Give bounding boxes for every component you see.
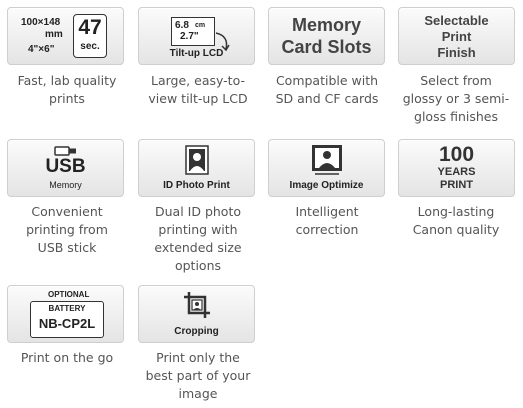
memory-card-line-1: Memory [291,15,362,35]
battery-optional-label: OPTIONAL [48,290,90,299]
finish-line-1: Selectable [424,13,489,28]
print-size-dimensions: 100×148 [21,17,61,28]
feature-caption: Large, easy-to- view tilt-up LCD [148,73,248,106]
finish-line-2: Print [441,29,472,44]
usb-sublabel: Memory [49,180,82,190]
usb-plug-icon [54,146,76,156]
years-number: 100 [438,143,475,166]
feature-tile-tilt-lcd: 6.8 cm 2.7" Tilt-up LCD [138,7,255,65]
feature-caption: Intelligent correction [295,204,359,237]
print-size-unit: mm [45,29,63,40]
feature-caption: Print only the best part of your image [145,350,251,401]
feature-tile-print-finish: Selectable Print Finish [398,7,515,65]
lcd-size-cm: 6.8 [175,20,189,31]
speed-badge: 47 sec. [73,14,107,58]
memory-card-line-2: Card Slots [281,37,372,57]
feature-tile-cropping: Cropping [138,285,255,343]
lcd-unit: cm [195,22,206,29]
feature-tile-usb: USB Memory [7,139,124,197]
feature-caption: Compatible with SD and CF cards [275,73,379,106]
lcd-size-inch: 2.7" [180,31,199,42]
lcd-label: Tilt-up LCD [169,48,224,59]
feature-caption: Long-lasting Canon quality [412,204,500,237]
lcd-screen: 6.8 cm 2.7" [171,17,215,46]
feature-tile-100-years: 100 YEARS PRINT [398,139,515,197]
battery-body: BATTERY NB-CP2L [30,301,104,338]
feature-tile-fast-prints: 100×148 mm 4"×6" 47 sec. [7,7,124,65]
feature-tile-memory-card: Memory Card Slots [268,7,385,65]
battery-label: BATTERY [48,304,86,313]
finish-line-3: Finish [437,45,476,60]
image-optimize-label: Image Optimize [289,180,364,191]
years-print-label: PRINT [440,179,473,191]
crop-frame-icon [184,292,210,318]
speed-seconds: 47 [78,16,102,39]
id-photo-label: ID Photo Print [163,180,230,191]
battery-model: NB-CP2L [38,316,96,331]
feature-tile-id-photo: ID Photo Print [138,139,255,197]
print-size-inches: 4"×6" [28,44,55,55]
feature-caption: Select from glossy or 3 semi- gloss fini… [402,73,510,124]
years-label: YEARS [437,166,476,178]
landscape-photo-icon [312,145,342,175]
portrait-photo-icon [185,145,209,175]
cropping-label: Cropping [174,326,219,337]
feature-caption: Convenient printing from USB stick [26,204,108,255]
feature-tile-image-optimize: Image Optimize [268,139,385,197]
usb-label: USB [45,156,86,177]
feature-tile-battery: OPTIONAL BATTERY NB-CP2L [7,285,124,343]
feature-caption: Dual ID photo printing with extended siz… [154,204,242,273]
feature-caption: Print on the go [20,350,114,365]
feature-caption: Fast, lab quality prints [17,73,117,106]
speed-unit: sec. [80,41,100,52]
